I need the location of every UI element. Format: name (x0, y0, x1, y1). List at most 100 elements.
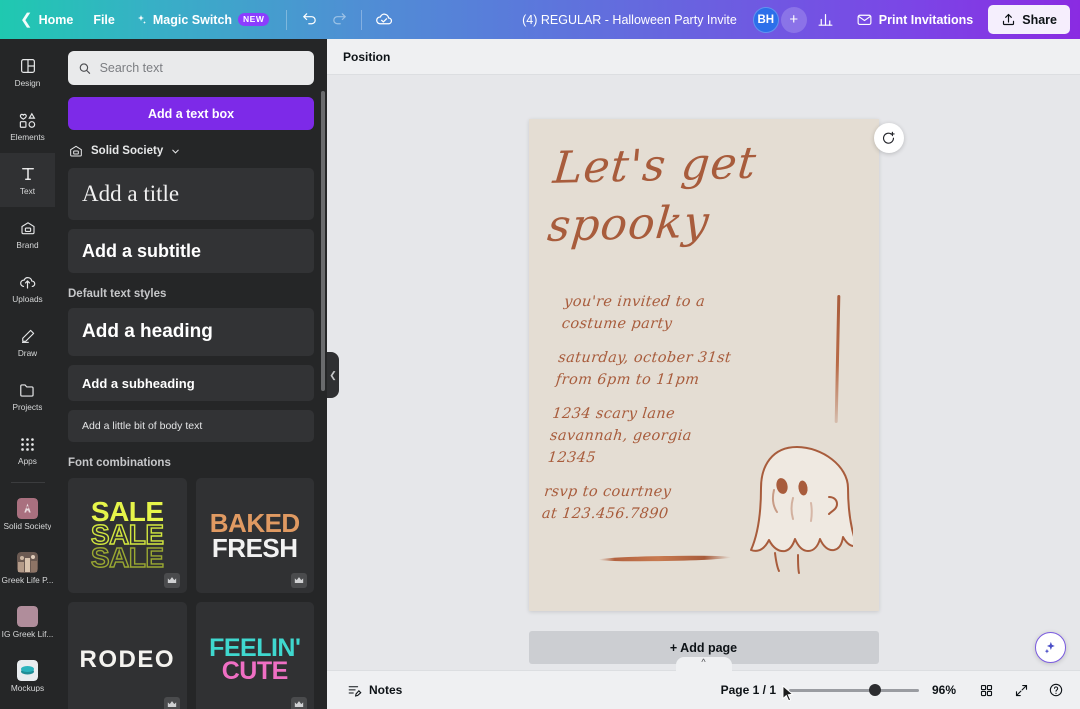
pro-crown-icon (163, 573, 180, 588)
position-button[interactable]: Position (343, 50, 390, 64)
sidebar-item-uploads[interactable]: Uploads (0, 261, 55, 315)
toolbar-divider-2 (361, 9, 363, 30)
file-label: File (93, 12, 115, 27)
font-combination-card[interactable]: BAKED FRESH (195, 478, 314, 593)
sidebar-item-mockups[interactable]: Mockups (0, 649, 55, 703)
magic-switch-button[interactable]: Magic Switch NEW (125, 6, 280, 34)
top-toolbar-left: ❮ Home File Magic Switch NEW (0, 0, 399, 39)
style-label: Add a title (82, 181, 180, 206)
brand-kit-name: Solid Society (91, 145, 164, 157)
text-style-add-title[interactable]: Add a title (68, 168, 314, 220)
home-button[interactable]: ❮ Home (10, 6, 83, 34)
insights-button[interactable] (811, 6, 841, 34)
help-icon (1049, 683, 1063, 697)
sidebar-item-brand[interactable]: Brand (0, 207, 55, 261)
grid-view-button[interactable] (975, 679, 997, 701)
text-style-add-heading[interactable]: Add a heading (68, 308, 314, 356)
file-menu-button[interactable]: File (83, 6, 125, 34)
text-style-add-subtitle[interactable]: Add a subtitle (68, 229, 314, 273)
sidebar-item-apps[interactable]: Apps (0, 423, 55, 477)
zoom-slider[interactable] (789, 683, 919, 697)
brand-kit-selector[interactable]: Solid Society (68, 143, 314, 159)
font-combinations-grid: SALE SALE SALE BAKED FRESH RODEO FEELIN'… (68, 478, 314, 709)
body-paragraph: 1234 scary lane savannah, georgia 12345 (546, 406, 693, 467)
apps-icon (18, 434, 38, 454)
headline-line-1: Let's get (550, 137, 759, 194)
panel-scrollbar[interactable] (321, 91, 325, 391)
sidebar-label: Elements (10, 133, 45, 142)
sidebar-label: Mockups (10, 683, 45, 693)
add-collaborator-button[interactable]: + (780, 6, 807, 33)
fullscreen-button[interactable] (1010, 679, 1032, 701)
back-chevron-icon: ❮ (20, 11, 33, 28)
font-combination-card[interactable]: FEELIN' CUTE (195, 602, 314, 709)
font-combination-preview: SALE SALE SALE (90, 498, 165, 573)
zoom-value[interactable]: 96% (932, 683, 962, 697)
combo-line: BAKED (209, 508, 300, 539)
envelope-icon (857, 14, 872, 26)
font-combination-card[interactable]: SALE SALE SALE (68, 478, 187, 593)
notes-button[interactable]: Notes (340, 678, 409, 703)
sidebar-item-projects[interactable]: Projects (0, 369, 55, 423)
print-invitations-button[interactable]: Print Invitations (845, 5, 984, 34)
help-button[interactable] (1045, 679, 1067, 701)
sidebar-item-ig-greek-life[interactable]: IG Greek Lif... (0, 595, 55, 649)
notes-label: Notes (369, 683, 403, 697)
zoom-slider-track (789, 688, 919, 692)
undo-button[interactable] (294, 6, 324, 34)
zoom-slider-thumb[interactable] (869, 684, 881, 696)
ghost-illustration[interactable] (741, 441, 858, 586)
horizontal-brush-stroke[interactable] (598, 554, 731, 563)
sidebar-item-text[interactable]: Text (0, 153, 55, 207)
regenerate-button[interactable] (873, 123, 904, 153)
search-text-box[interactable] (68, 51, 314, 85)
home-label: Home (38, 12, 74, 27)
sidebar-item-greek-life-p[interactable]: Greek Life P... (0, 541, 55, 595)
sidebar-label: Apps (18, 457, 37, 466)
pro-crown-icon (163, 697, 180, 709)
search-input[interactable] (99, 61, 304, 75)
text-style-add-body-text[interactable]: Add a little bit of body text (68, 410, 314, 442)
redo-button[interactable] (324, 6, 354, 34)
sidebar-label: Brand (16, 241, 39, 250)
page-indicator: Page 1 / 1 (720, 683, 776, 697)
projects-icon (18, 380, 38, 400)
print-label: Print Invitations (878, 12, 974, 27)
top-toolbar: ❮ Home File Magic Switch NEW (4) REGULAR… (0, 0, 1080, 39)
style-label: Add a little bit of body text (82, 420, 203, 432)
panel-collapse-handle[interactable]: ❮ (327, 352, 339, 398)
collapse-bottom-bar-button[interactable]: ^ (675, 657, 732, 672)
font-combination-card[interactable]: RODEO (68, 602, 187, 709)
left-rail: Design Elements Text Brand Uploads Draw … (0, 39, 55, 709)
magic-studio-button[interactable] (1035, 632, 1066, 663)
sidebar-item-draw[interactable]: Draw (0, 315, 55, 369)
sidebar-item-elements[interactable]: Elements (0, 99, 55, 153)
document-title[interactable]: (4) REGULAR - Halloween Party Invite (522, 13, 737, 27)
rail-divider (10, 482, 45, 483)
text-panel-content: Add a text box Solid Society Add a title… (55, 39, 327, 709)
brandkit-thumb-solid-society (17, 497, 38, 519)
notes-icon (348, 685, 362, 697)
design-headline[interactable]: Let's get spooky (544, 129, 857, 258)
vertical-brush-stroke[interactable] (834, 294, 840, 424)
sidebar-item-design[interactable]: Design (0, 45, 55, 99)
mockups-thumb (17, 659, 38, 681)
brandkit-thumb-greek-life (17, 551, 38, 573)
body-paragraph: rsvp to courtney at 123.456.7890 (540, 484, 672, 523)
cloud-save-status-button[interactable] (369, 6, 399, 34)
bottom-toolbar: ^ Notes Page 1 / 1 96% (327, 657, 1080, 709)
share-button[interactable]: Share (988, 5, 1070, 34)
pro-crown-icon (291, 573, 307, 588)
design-canvas[interactable]: Let's get spooky you're invited to a cos… (528, 119, 904, 611)
body-paragraph: saturday, october 31st from 6pm to 11pm (554, 350, 732, 389)
canva-editor: ❮ Home File Magic Switch NEW (4) REGULAR… (0, 0, 1080, 709)
avatar[interactable]: BH (752, 6, 779, 33)
text-style-add-subheading[interactable]: Add a subheading (68, 365, 314, 401)
design-icon (18, 56, 38, 76)
combo-line: FRESH (211, 532, 298, 563)
brand-icon (18, 218, 38, 238)
style-label: Add a subheading (82, 375, 195, 391)
sidebar-item-solid-society[interactable]: Solid Society (0, 487, 55, 541)
add-text-box-button[interactable]: Add a text box (68, 97, 314, 130)
sidebar-label: Projects (12, 403, 43, 412)
